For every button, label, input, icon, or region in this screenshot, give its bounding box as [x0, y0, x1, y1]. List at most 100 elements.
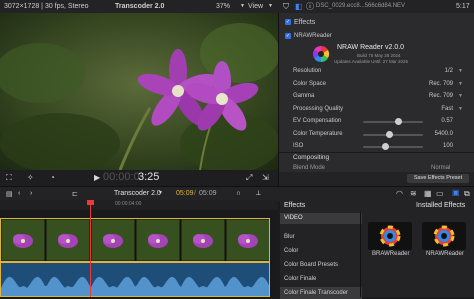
waveform [1, 263, 269, 296]
chevron-down-icon[interactable]: ▼ [268, 0, 273, 13]
crop-icon[interactable]: ⛶ [6, 173, 12, 183]
param-label: ISO [293, 143, 304, 149]
effect-thumbnail[interactable] [368, 222, 412, 250]
snapping-icon[interactable]: ⟂ [256, 190, 261, 198]
expand-icon[interactable]: ⇲ [262, 173, 269, 182]
waveform-icon[interactable]: ≋ [410, 189, 417, 198]
slider-knob[interactable] [394, 118, 402, 125]
chevron-down-icon[interactable]: ▼ [458, 66, 463, 77]
param-row[interactable]: Processing Quality Fast ▼ [279, 104, 474, 115]
compositing-header[interactable]: Compositing [293, 154, 329, 161]
effects-category-item[interactable]: Color Board Presets [280, 259, 362, 271]
divider [279, 152, 474, 153]
effects-browser-icon[interactable]: ▣ [452, 188, 460, 197]
effect-thumbnail-label: NRAWReader [426, 251, 464, 257]
param-label: EV Compensation [293, 118, 342, 124]
timeline-header: ▤ ‹ › ⊏ Transcoder 2.0 ▼ 05:09 / 05:09 ∩… [0, 186, 474, 201]
installed-effects[interactable]: Installed Effects [416, 200, 465, 212]
param-value[interactable]: 0.57 [441, 116, 453, 127]
plugin-row[interactable]: ✓ NRAWReader [279, 31, 474, 42]
color-wheel-icon [379, 225, 401, 247]
top-bar: 3072×1728 | 30 fps, Stereo Transcoder 2.… [0, 0, 474, 14]
param-row[interactable]: Color Space Rec. 709 ▼ [279, 79, 474, 90]
timecode-dim: 00:00:0 [103, 171, 140, 183]
audio-waveform[interactable] [0, 262, 270, 297]
viewer[interactable] [0, 13, 278, 170]
chevron-down-icon[interactable]: ▼ [458, 91, 463, 102]
playhead[interactable] [90, 202, 91, 297]
timeline-project[interactable]: Transcoder 2.0 [114, 190, 161, 197]
view-menu[interactable]: View [248, 0, 263, 13]
blend-mode-label: Blend Mode [293, 165, 326, 171]
plugin-checkbox[interactable]: ✓ [285, 33, 291, 39]
clip-appearance-icon[interactable]: ⊏ [72, 190, 78, 198]
effects-category-item[interactable]: Blur [280, 231, 362, 243]
transitions-icon[interactable]: ⧉ [464, 189, 470, 199]
param-label: Color Temperature [293, 130, 343, 137]
chevron-down-icon[interactable]: ▼ [158, 190, 163, 196]
param-value[interactable]: Rec. 709 [429, 79, 453, 90]
headphones-icon[interactable]: ◠ [396, 189, 403, 198]
effects-category-item[interactable]: Color Finale [280, 273, 362, 285]
param-value[interactable]: 100 [443, 141, 453, 152]
param-value[interactable]: Fast [441, 104, 453, 115]
param-row[interactable]: Resolution 1/2 ▼ [279, 66, 474, 77]
save-effects-preset-button[interactable]: Save Effects Preset [407, 174, 469, 183]
effects-category-item[interactable]: Color Finale Transcoder [280, 287, 362, 299]
param-row[interactable]: Gamma Rec. 709 ▼ [279, 91, 474, 102]
play-icon[interactable]: ▶ [94, 173, 100, 182]
param-value[interactable]: 5400.0 [435, 129, 453, 140]
info-icon[interactable]: ⓘ [306, 0, 314, 13]
param-row[interactable]: Color Temperature 5400.0 [279, 129, 474, 140]
inspector-icon[interactable]: ◧ [295, 0, 303, 13]
playhead-handle[interactable] [87, 200, 94, 205]
plugin-updates: Updates Available Until: 27 Mar 2025 [334, 59, 408, 64]
divider [360, 212, 361, 297]
magnet-icon[interactable]: ∩ [236, 190, 241, 197]
slider-knob[interactable] [381, 143, 389, 150]
plugin-build: Build 75 May 28 2024 [357, 53, 401, 58]
param-row[interactable]: EV Compensation 0.57 [279, 116, 474, 127]
param-label: Gamma [293, 93, 315, 99]
chevron-down-icon[interactable]: ▼ [458, 79, 463, 90]
timeline-current-time: 05:09 [176, 190, 194, 197]
param-label: Resolution [293, 68, 322, 74]
param-value[interactable]: Rec. 709 [429, 91, 453, 102]
category-video[interactable]: VIDEO [280, 213, 362, 224]
color-wheel-icon [312, 45, 330, 63]
file-name: DSC_0029.ecc8...566c6d84.NEV [316, 3, 406, 9]
filter-icon[interactable]: ⛉ [283, 0, 289, 13]
timeline-ruler[interactable]: 00:00:04:00 [0, 200, 278, 210]
param-slider[interactable] [363, 118, 423, 125]
project-title: Transcoder 2.0 [115, 3, 165, 10]
speedometer-icon[interactable]: ◔ [50, 173, 55, 182]
filmstrip-icon[interactable]: ▦ [424, 189, 432, 198]
magic-wand-icon[interactable]: ✧ [27, 173, 34, 182]
plugin-label: NRAWReader [294, 33, 332, 39]
param-slider[interactable] [363, 130, 423, 138]
video-clip[interactable] [0, 218, 270, 262]
param-slider[interactable] [363, 143, 423, 150]
zoom-level[interactable]: 37% [216, 0, 230, 13]
fullscreen-icon[interactable]: ⤢ [246, 173, 252, 183]
effects-header-label: Effects [294, 19, 316, 26]
chevron-down-icon[interactable]: ▼ [458, 104, 463, 115]
effect-thumbnail[interactable] [422, 222, 466, 250]
effects-section-header[interactable]: ✓ Effects [279, 17, 474, 28]
effects-category-item[interactable]: Color [280, 245, 362, 257]
forward-arrow-icon[interactable]: › [30, 190, 32, 197]
timecode[interactable]: 3:25 [138, 171, 159, 183]
index-icon[interactable]: ▤ [6, 190, 13, 198]
param-label: Color Space [293, 80, 327, 87]
effect-thumbnail-label: BRAWReader [372, 251, 410, 257]
slider-knob[interactable] [386, 130, 394, 138]
chevron-down-icon[interactable]: ▼ [240, 0, 245, 13]
timeline-options-icon[interactable]: ▭ [436, 189, 444, 198]
blend-mode-value[interactable]: Normal [431, 165, 450, 171]
param-row[interactable]: ISO 100 [279, 141, 474, 152]
effects-browser: Effects Installed Effects VIDEO Blur Colo… [280, 200, 474, 299]
effects-checkbox[interactable]: ✓ [285, 19, 291, 25]
param-value[interactable]: 1/2 [445, 66, 453, 77]
back-arrow-icon[interactable]: ‹ [18, 190, 20, 197]
effects-title: Effects [284, 202, 306, 209]
